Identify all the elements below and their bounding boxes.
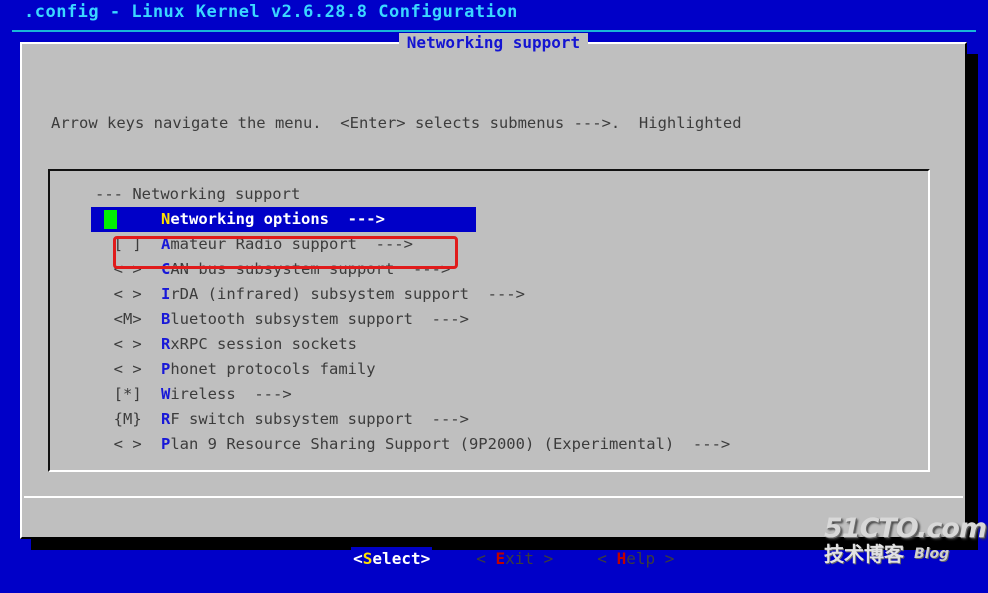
menu-list-frame: --- Networking support Networking option… [48,169,930,472]
menu-item-state-flag: < > [95,260,142,278]
menu-item-label: xRPC session sockets [170,335,357,353]
menu-item-label: lan 9 Resource Sharing Support (9P2000) … [170,435,675,453]
window-title: .config - Linux Kernel v2.6.28.8 Configu… [24,2,518,22]
menu-item-hotkey: R [161,410,171,428]
button-label: xit > [505,549,554,568]
submenu-arrow-icon: ---> [412,410,469,428]
button-prefix: < [597,549,617,568]
button-hotkey: E [495,549,506,568]
menu-list[interactable]: --- Networking support Networking option… [91,182,905,457]
menu-item-hotkey: P [161,360,171,378]
menu-item-7[interactable]: < > Phonet protocols family [95,357,905,382]
menu-item-9[interactable]: {M} RF switch subsystem support ---> [95,407,905,432]
title-separator-line [12,30,976,32]
menu-item-label: etworking options [170,210,329,228]
button-hotkey: S [362,549,373,568]
menu-item-1[interactable]: Networking options ---> [91,207,476,232]
menu-item-5[interactable]: <M> Bluetooth subsystem support ---> [95,307,905,332]
menu-item-2[interactable]: [ ] Amateur Radio support ---> [95,232,905,257]
button-separator-line [24,496,963,498]
button-label: elect> [372,549,431,568]
menu-item-8[interactable]: [*] Wireless ---> [95,382,905,407]
menu-item-hotkey: P [161,435,171,453]
menu-item-state-flag: < > [95,335,142,353]
button-prefix: < [476,549,496,568]
menu-item-hotkey: C [161,260,171,278]
menu-item-hotkey: R [161,335,171,353]
config-dialog: Networking support Arrow keys navigate t… [20,33,967,570]
button-xit[interactable]: < Exit > [476,549,553,568]
menu-item-label: mateur Radio support [170,235,357,253]
menu-item-label: luetooth subsystem support [170,310,413,328]
menu-item-hotkey: W [161,385,171,403]
menu-item-10[interactable]: < > Plan 9 Resource Sharing Support (9P20… [95,432,905,457]
button-hotkey: H [616,549,627,568]
menu-item-state-flag: < > [95,285,142,303]
menu-item-state-flag: {M} [95,410,142,428]
menu-item-hotkey: N [161,210,171,228]
submenu-arrow-icon: ---> [328,210,385,228]
menu-item-3[interactable]: < > CAN bus subsystem support ---> [95,257,905,282]
menu-item-hotkey: A [161,235,171,253]
menu-list-heading: --- Networking support [95,185,301,203]
submenu-arrow-icon: ---> [412,310,469,328]
dialog-caption-text: Networking support [398,33,589,52]
dialog-caption: Networking support [22,33,965,52]
menu-item-state-flag: <M> [95,310,142,328]
menu-item-label: ireless [170,385,236,403]
help-line-1: Arrow keys navigate the menu. <Enter> se… [51,114,742,132]
terminal-screen: .config - Linux Kernel v2.6.28.8 Configu… [0,0,988,593]
window-title-bar: .config - Linux Kernel v2.6.28.8 Configu… [0,0,988,30]
button-prefix: < [353,549,363,568]
menu-item-state-flag: [ ] [95,235,142,253]
button-elp[interactable]: < Help > [597,549,674,568]
menu-item-hotkey: I [161,285,171,303]
submenu-arrow-icon: ---> [674,435,731,453]
button-label: elp > [626,549,675,568]
selection-cursor-block [104,210,117,229]
button-elect[interactable]: <Select> [351,547,433,570]
menu-item-state-flag: [*] [95,385,142,403]
menu-item-4[interactable]: < > IrDA (infrared) subsystem support ---… [95,282,905,307]
menu-item-label: AN bus subsystem support [170,260,395,278]
menu-item-state-flag: < > [95,435,142,453]
menu-item-label: honet protocols family [170,360,376,378]
submenu-arrow-icon: ---> [468,285,525,303]
menu-item-6[interactable]: < > RxRPC session sockets [95,332,905,357]
submenu-arrow-icon: ---> [356,235,413,253]
menu-item-state-flag: < > [95,360,142,378]
menu-item-hotkey: B [161,310,171,328]
submenu-arrow-icon: ---> [235,385,292,403]
menu-item-label: rDA (infrared) subsystem support [170,285,469,303]
submenu-arrow-icon: ---> [394,260,451,278]
menu-item-label: F switch subsystem support [170,410,413,428]
dialog-button-row[interactable]: <Select> < Exit > < Help > [22,509,965,570]
